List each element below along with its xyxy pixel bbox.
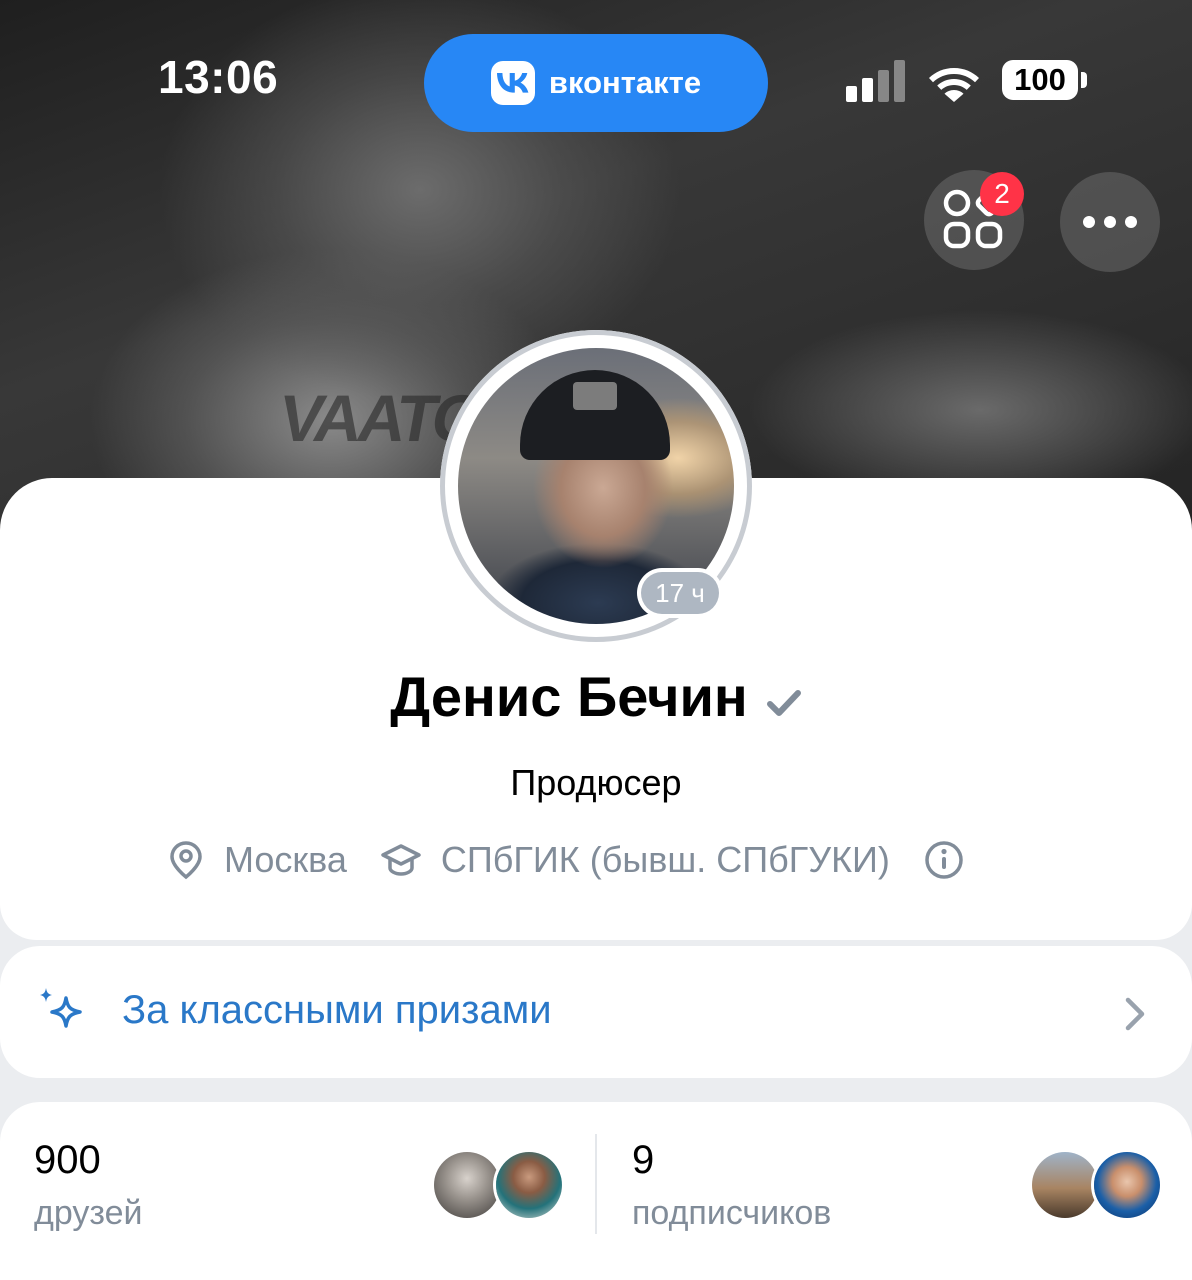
friends-label: друзей: [34, 1194, 143, 1232]
profile-name-row: Денис Бечин: [0, 664, 1192, 731]
notification-badge: 2: [980, 172, 1024, 216]
verified-check-icon[interactable]: [766, 666, 802, 731]
profile-name: Денис Бечин: [390, 665, 748, 728]
avatar-cap-badge: [573, 382, 617, 410]
wifi-icon: [926, 60, 982, 107]
sparkle-icon: [36, 986, 90, 1045]
battery-indicator: 100: [1002, 60, 1078, 100]
vk-app-pill[interactable]: вконтакте: [424, 34, 768, 132]
vk-pill-label: вконтакте: [548, 65, 702, 100]
profile-education: СПбГИК (бывш. СПбГУКИ): [440, 839, 890, 880]
vk-logo-icon: [490, 61, 535, 105]
status-time: 13:06: [158, 51, 279, 103]
profile-info-row[interactable]: Москва СПбГИК (бывш. СПбГУКИ): [168, 836, 984, 884]
friends-count: 900: [34, 1138, 101, 1182]
cellular-signal-icon: [846, 60, 908, 102]
profile-status: Продюсер: [510, 762, 682, 803]
profile-city: Москва: [224, 839, 347, 880]
subscribers-label: подписчиков: [632, 1194, 832, 1232]
story-time-badge: 17 ч: [641, 572, 719, 614]
subscriber-avatar: [1094, 1152, 1160, 1218]
chevron-right-icon: [1120, 994, 1150, 1039]
info-icon[interactable]: [924, 840, 964, 880]
education-cap-icon: [381, 842, 421, 878]
more-button[interactable]: [1060, 172, 1160, 272]
subscribers-count: 9: [632, 1138, 655, 1182]
battery-tip: [1081, 72, 1087, 88]
subscriber-avatar: [1032, 1152, 1098, 1218]
friend-avatar: [496, 1152, 562, 1218]
more-dots-icon: [1083, 216, 1137, 228]
location-pin-icon: [168, 840, 204, 880]
counters-divider: [595, 1134, 597, 1234]
prizes-label: За классными призами: [122, 988, 552, 1032]
friend-avatar: [434, 1152, 500, 1218]
